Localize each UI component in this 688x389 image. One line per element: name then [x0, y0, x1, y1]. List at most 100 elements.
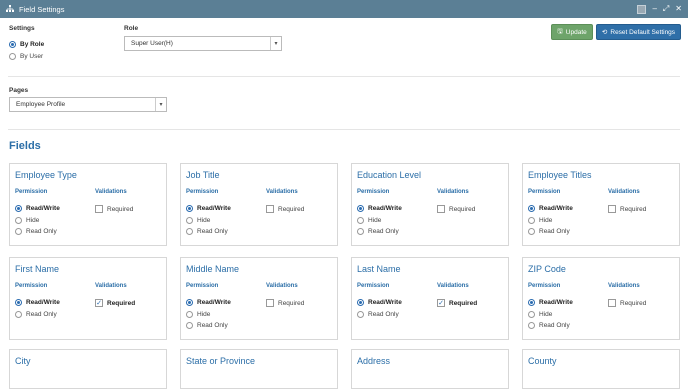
permission-option-label: Hide — [368, 216, 382, 224]
permission-option-label: Read Only — [539, 322, 570, 329]
radio-icon[interactable] — [528, 299, 535, 306]
window-square-icon[interactable] — [637, 4, 647, 14]
required-label: Required — [278, 299, 305, 307]
permission-option-label: Hide — [539, 310, 553, 318]
radio-icon[interactable] — [357, 299, 364, 306]
required-checkbox[interactable]: Required — [608, 205, 646, 213]
field-card-middle-name: Middle Name Permission Validations Read/Wr… — [180, 257, 338, 340]
permission-option[interactable]: Read/Write — [15, 205, 60, 212]
permission-option[interactable]: Read Only — [186, 228, 228, 235]
required-label: Required — [107, 205, 134, 213]
permission-option[interactable]: Read Only — [186, 322, 228, 329]
permission-option[interactable]: Hide — [186, 310, 210, 318]
permission-option[interactable]: Read/Write — [528, 299, 573, 306]
settings-by-role-radio[interactable]: By Role — [9, 41, 44, 48]
radio-icon[interactable] — [15, 310, 22, 318]
required-label: Required — [449, 205, 476, 213]
required-label: Required — [620, 205, 647, 213]
required-checkbox[interactable]: ✓ Required — [437, 299, 477, 307]
required-checkbox[interactable]: Required — [608, 299, 646, 307]
radio-icon[interactable] — [15, 228, 22, 235]
permission-option-label: Read/Write — [539, 205, 573, 212]
radio-icon[interactable] — [186, 299, 193, 306]
radio-icon[interactable] — [186, 322, 193, 329]
checkbox-icon[interactable] — [437, 205, 445, 213]
refresh-icon: ⟲ — [601, 29, 608, 36]
close-icon[interactable]: ✕ — [675, 5, 682, 13]
permission-option-label: Hide — [26, 216, 40, 224]
radio-icon[interactable] — [9, 41, 16, 48]
validations-header: Validations — [95, 189, 127, 195]
radio-icon[interactable] — [186, 205, 193, 212]
chevron-down-icon[interactable]: ▾ — [270, 37, 281, 50]
permission-option[interactable]: Read/Write — [186, 299, 231, 306]
maximize-icon[interactable]: ⤢ — [663, 5, 669, 13]
radio-icon[interactable] — [186, 216, 193, 224]
required-checkbox[interactable]: Required — [95, 205, 133, 213]
required-label: Required — [278, 205, 305, 213]
permission-option[interactable]: Read Only — [357, 310, 399, 318]
permission-option-label: Read/Write — [368, 299, 402, 306]
radio-icon[interactable] — [357, 310, 364, 318]
radio-icon[interactable] — [9, 53, 16, 60]
permission-option[interactable]: Hide — [357, 216, 382, 224]
radio-icon[interactable] — [528, 310, 535, 318]
checkbox-icon[interactable]: ✓ — [437, 299, 445, 307]
radio-icon[interactable] — [528, 205, 535, 212]
permission-option[interactable]: Read Only — [357, 228, 399, 235]
radio-icon[interactable] — [528, 216, 535, 224]
required-checkbox[interactable]: ✓ Required — [95, 299, 135, 307]
radio-icon[interactable] — [357, 205, 364, 212]
permission-option-label: Hide — [539, 216, 553, 224]
permission-option[interactable]: Hide — [15, 216, 40, 224]
required-checkbox[interactable]: Required — [266, 205, 304, 213]
field-card-city: City — [9, 349, 167, 389]
permission-option[interactable]: Read/Write — [528, 205, 573, 212]
field-card-job-title: Job Title Permission Validations Read/Writ… — [180, 163, 338, 246]
radio-icon[interactable] — [528, 228, 535, 235]
permission-option[interactable]: Read Only — [528, 228, 570, 235]
settings-by-user-radio[interactable]: By User — [9, 53, 43, 60]
radio-icon[interactable] — [528, 322, 535, 329]
permission-option[interactable]: Read/Write — [357, 205, 402, 212]
radio-icon[interactable] — [357, 216, 364, 224]
pages-select[interactable]: Employee Profile ▾ — [9, 97, 167, 112]
checkbox-icon[interactable] — [608, 299, 616, 307]
permission-option[interactable]: Read/Write — [186, 205, 231, 212]
permission-option[interactable]: Read/Write — [15, 299, 60, 306]
field-card-title: City — [15, 356, 31, 366]
field-card-education-level: Education Level Permission Validations Rea… — [351, 163, 509, 246]
permission-option[interactable]: Read Only — [528, 322, 570, 329]
radio-icon[interactable] — [15, 216, 22, 224]
checkbox-icon[interactable] — [266, 205, 274, 213]
chevron-down-icon[interactable]: ▾ — [155, 98, 166, 111]
role-select-value: Super User(H) — [131, 40, 173, 47]
update-button[interactable]: 🖫 Update — [551, 24, 593, 40]
permission-option[interactable]: Read Only — [15, 228, 57, 235]
checkbox-icon[interactable] — [608, 205, 616, 213]
permission-option[interactable]: Hide — [186, 216, 210, 224]
field-card-title: First Name — [15, 264, 60, 274]
validations-header: Validations — [266, 283, 298, 289]
permission-option-label: Read Only — [26, 310, 57, 318]
role-select[interactable]: Super User(H) ▾ — [124, 36, 282, 51]
permission-option[interactable]: Read/Write — [357, 299, 402, 306]
field-card-title: Education Level — [357, 170, 422, 180]
minimize-icon[interactable]: – — [652, 5, 656, 13]
permission-option[interactable]: Hide — [528, 216, 553, 224]
checkbox-icon[interactable] — [95, 205, 103, 213]
radio-icon[interactable] — [15, 205, 22, 212]
checkbox-icon[interactable] — [266, 299, 274, 307]
required-checkbox[interactable]: Required — [437, 205, 475, 213]
permission-header: Permission — [186, 189, 219, 195]
required-checkbox[interactable]: Required — [266, 299, 304, 307]
field-card-first-name: First Name Permission Validations Read/Wri… — [9, 257, 167, 340]
permission-option[interactable]: Hide — [528, 310, 553, 318]
checkbox-icon[interactable]: ✓ — [95, 299, 103, 307]
radio-icon[interactable] — [186, 228, 193, 235]
reset-default-settings-button[interactable]: ⟲ Reset Default Settings — [596, 24, 681, 40]
radio-icon[interactable] — [15, 299, 22, 306]
radio-icon[interactable] — [186, 310, 193, 318]
radio-icon[interactable] — [357, 228, 364, 235]
permission-option[interactable]: Read Only — [15, 310, 57, 318]
